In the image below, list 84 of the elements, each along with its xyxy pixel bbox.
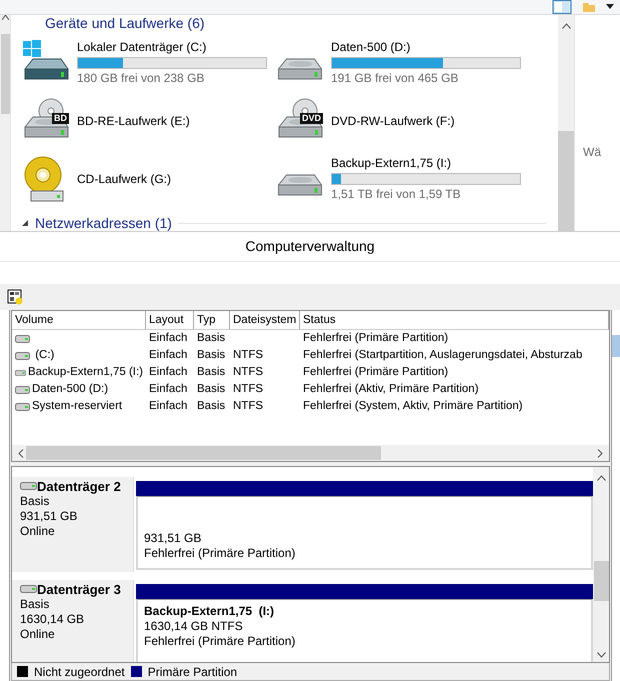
scrollbar-thumb[interactable] (594, 561, 608, 601)
table-cell: Fehlerfrei (Primäre Partition) (303, 332, 448, 344)
horizontal-scrollbar[interactable] (12, 445, 609, 461)
table-cell: Basis (197, 349, 226, 361)
partition-box[interactable]: 931,51 GB Fehlerfrei (Primäre Partition) (136, 496, 593, 570)
legend-label: Primäre Partition (148, 664, 238, 680)
column-header[interactable]: Dateisystem (230, 311, 300, 330)
volume-icon (15, 352, 30, 360)
disk-status: Online (20, 524, 56, 539)
volume-icon (15, 402, 30, 410)
partition-box[interactable]: Backup-Extern1,75 (I:) 1630,14 GB NTFS Fehlerfrei (Primäre Partition) (136, 599, 593, 662)
table-cell: Einfach (149, 383, 188, 395)
disk-name: Datenträger 3 (37, 582, 121, 597)
group-header[interactable]: Netzwerkadressen (1) (35, 215, 172, 231)
collapse-icon[interactable] (21, 219, 29, 227)
scroll-right-icon[interactable] (597, 448, 603, 458)
pane-toggle-icon[interactable] (552, 0, 572, 14)
group-header[interactable]: Geräte und Laufwerke (6) (45, 15, 546, 31)
disk-type: Basis (20, 494, 50, 509)
partition-detail: Fehlerfrei (Primäre Partition) (144, 546, 296, 561)
vertical-scrollbar[interactable] (593, 467, 609, 662)
table-cell: Basis (197, 366, 226, 378)
preview-text: Wä (583, 145, 601, 159)
disk-type: Basis (20, 597, 50, 612)
table-cell: Basis (197, 383, 226, 395)
partition-detail: 931,51 GB (144, 531, 202, 546)
table-cell-text: (C:) (34, 348, 54, 363)
drive-name[interactable]: DVD-RW-Laufwerk (F:) (331, 114, 455, 128)
drive-name[interactable]: Daten-500 (D:) (331, 40, 521, 55)
column-header[interactable]: Volume (12, 311, 146, 330)
table-cell: Basis (197, 400, 226, 412)
scroll-up-icon[interactable] (562, 23, 570, 29)
table-cell: NTFS (233, 366, 264, 378)
scrollbar-thumb[interactable] (0, 34, 10, 114)
scroll-up-icon[interactable] (596, 475, 606, 481)
drive-name[interactable]: CD-Laufwerk (G:) (77, 172, 172, 186)
table-cell: NTFS (233, 349, 264, 361)
drive-name[interactable]: BD-RE-Laufwerk (E:) (77, 114, 190, 128)
table-cell: NTFS (233, 383, 264, 395)
disk-name: Datenträger 2 (37, 479, 121, 494)
volume-icon (15, 368, 26, 376)
table-cell: Einfach (149, 349, 188, 361)
disk-size: 1630,14 GB (20, 612, 86, 627)
table-cell: Fehlerfrei (Startpartition, Auslagerungsdatei, Absturzab (303, 349, 582, 361)
free-space-text: 1,51 TB frei von 1,59 TB (331, 187, 462, 202)
column-header[interactable]: Typ (194, 311, 230, 330)
table-cell: Basis (197, 332, 226, 344)
free-space-text: 191 GB frei von 465 GB (331, 71, 460, 86)
partition-detail: 1630,14 GB NTFS (144, 619, 244, 634)
disk-size: 931,51 GB (20, 509, 78, 524)
scroll-up-icon[interactable] (2, 15, 8, 20)
drive-type-label: DVD (300, 113, 323, 124)
table-cell: Einfach (149, 366, 188, 378)
column-header[interactable]: Layout (146, 311, 194, 330)
drive-name[interactable]: Lokaler Datenträger (C:) (77, 40, 267, 55)
column-header[interactable]: Status (300, 311, 609, 330)
scroll-down-icon[interactable] (596, 652, 606, 658)
properties-icon[interactable] (7, 289, 23, 305)
table-cell: Einfach (149, 400, 188, 412)
partition-detail: Fehlerfrei (Primäre Partition) (144, 634, 296, 649)
volume-icon (15, 334, 30, 342)
drive-icon (278, 58, 323, 80)
legend-label: Nicht zugeordnet (34, 664, 125, 680)
table-cell: Einfach (149, 332, 188, 344)
table-cell-text: System-reserviert (32, 399, 122, 414)
volume-icon (15, 386, 30, 394)
scroll-left-icon[interactable] (18, 448, 24, 458)
partition-title: Backup-Extern1,75 (I:) (144, 604, 276, 619)
caret-icon[interactable] (606, 4, 614, 10)
table-cell: Fehlerfrei (Aktiv, Primäre Partition) (303, 383, 479, 395)
disk-info-panel[interactable]: Datenträger 3 Basis 1630,14 GB Online (12, 580, 134, 662)
drive-icon (278, 174, 323, 196)
window-title: Computerverwaltung (245, 237, 375, 256)
table-cell: Fehlerfrei (System, Aktiv, Primäre Partition) (303, 400, 523, 412)
table-cell-text: Backup-Extern1,75 (I:) (28, 365, 143, 380)
disk-status: Online (20, 627, 56, 642)
disk-info-panel[interactable]: Datenträger 2 Basis 931,51 GB Online (12, 477, 134, 572)
free-space-text: 180 GB frei von 238 GB (77, 71, 206, 86)
scrollbar-thumb[interactable] (558, 131, 574, 231)
drive-type-label: BD (52, 113, 69, 124)
drive-name[interactable]: Backup-Extern1,75 (I:) (331, 156, 521, 171)
table-cell: NTFS (233, 400, 264, 412)
table-cell-text: Daten-500 (D:) (32, 382, 108, 397)
table-cell: Fehlerfrei (Primäre Partition) (303, 366, 448, 378)
